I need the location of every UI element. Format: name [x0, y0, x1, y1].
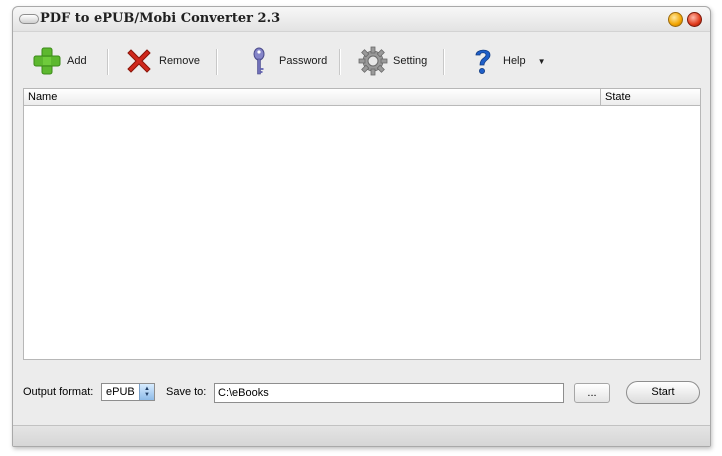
save-to-label: Save to:: [166, 386, 207, 398]
toolbar-divider: [216, 49, 218, 75]
setting-label: Setting: [393, 55, 428, 67]
output-format-label: Output format:: [23, 386, 94, 398]
remove-button[interactable]: Remove: [123, 35, 200, 87]
options-bar: Output format: ePUB ▲▼ Save to: ... Star…: [23, 380, 700, 406]
file-list[interactable]: Name State: [23, 88, 701, 360]
toolbar-divider: [443, 49, 445, 75]
save-to-input[interactable]: [214, 383, 564, 403]
password-button[interactable]: Password: [243, 35, 327, 87]
setting-button[interactable]: Setting: [357, 35, 427, 87]
column-header-name[interactable]: Name: [24, 89, 601, 105]
add-button[interactable]: Add: [31, 35, 87, 87]
help-icon: [475, 49, 491, 74]
gear-icon: [358, 46, 388, 76]
help-label: Help: [503, 55, 526, 67]
remove-label: Remove: [159, 55, 200, 67]
minimize-button[interactable]: [668, 12, 683, 27]
list-header: Name State: [24, 89, 700, 106]
chevron-down-icon[interactable]: ▼: [538, 57, 546, 66]
toolbar-divider: [339, 49, 341, 75]
column-header-state[interactable]: State: [601, 89, 700, 105]
app-window: PDF to ePUB/Mobi Converter 2.3 Add Remov…: [12, 6, 711, 447]
output-format-select[interactable]: ePUB ▲ ▼: [101, 383, 155, 401]
toolbar-divider: [107, 49, 109, 75]
remove-icon: [127, 49, 151, 73]
window-menu-icon[interactable]: [19, 14, 39, 24]
window-title: PDF to ePUB/Mobi Converter 2.3: [40, 11, 281, 26]
browse-button[interactable]: ...: [574, 383, 610, 403]
start-button[interactable]: Start: [626, 381, 700, 404]
status-bar: [13, 425, 710, 446]
help-button[interactable]: Help ▼: [467, 35, 546, 87]
close-button[interactable]: [687, 12, 702, 27]
key-icon: [253, 47, 265, 75]
add-icon: [33, 47, 61, 75]
title-bar[interactable]: PDF to ePUB/Mobi Converter 2.3: [13, 7, 710, 32]
password-label: Password: [279, 55, 328, 67]
toolbar: Add Remove Password Setting Help ▼: [23, 35, 698, 87]
spinner-icon[interactable]: ▲ ▼: [139, 384, 154, 400]
output-format-value: ePUB: [106, 386, 135, 398]
add-label: Add: [67, 55, 87, 67]
